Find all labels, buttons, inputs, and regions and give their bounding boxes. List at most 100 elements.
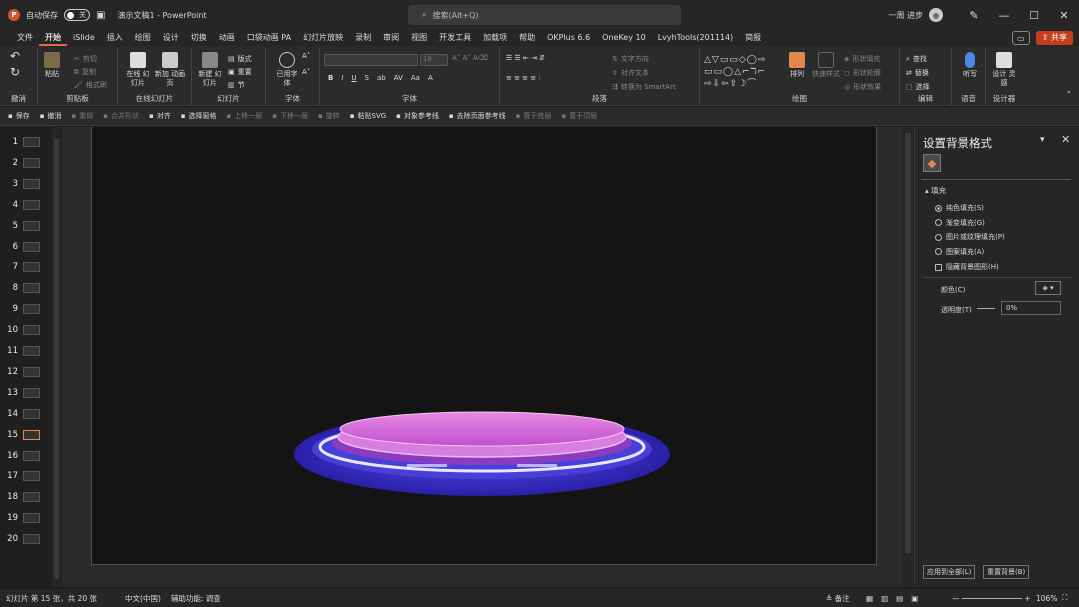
- arrange-button[interactable]: 排列: [786, 52, 808, 79]
- tab-10[interactable]: 录制: [349, 30, 377, 46]
- language-status[interactable]: 中文(中国): [125, 593, 161, 604]
- shape-fill-button[interactable]: ◈ 形状填充: [844, 54, 880, 64]
- designer-button[interactable]: 设计 灵感: [992, 52, 1016, 88]
- zoom-slider[interactable]: — +: [952, 594, 1031, 603]
- grow-font-icon[interactable]: A˄: [302, 52, 310, 60]
- slide-thumbnail[interactable]: 4: [0, 196, 52, 214]
- find-button[interactable]: ⌕ 查找: [906, 54, 927, 64]
- cut-button[interactable]: ✂ 剪切: [74, 54, 97, 64]
- select-button[interactable]: ⬚ 选择: [906, 82, 930, 92]
- shape-outline-button[interactable]: ◻ 形状轮廓: [844, 68, 881, 78]
- tab-18[interactable]: LvyhTools(201114): [652, 30, 739, 46]
- fill-bucket-icon[interactable]: ◆: [923, 154, 941, 172]
- qat-item-13[interactable]: ▪ 置于顶层: [561, 111, 597, 121]
- slide-thumbnail[interactable]: 16: [0, 447, 52, 465]
- slide-thumbnail[interactable]: 9: [0, 300, 52, 318]
- used-fonts-button[interactable]: 已用字 体: [274, 52, 300, 88]
- collapse-ribbon-icon[interactable]: ˄: [1067, 91, 1072, 101]
- quick-styles-button[interactable]: 快速样式: [812, 52, 840, 79]
- tab-6[interactable]: 切换: [185, 30, 213, 46]
- slide-thumbnail[interactable]: 12: [0, 363, 52, 381]
- fill-option-3[interactable]: 图案填充(A): [935, 247, 984, 257]
- font-grow-icon[interactable]: A˄ A˅ A⌫: [452, 54, 488, 62]
- notes-button[interactable]: ≜ 备注: [826, 593, 850, 604]
- apply-all-button[interactable]: 应用到全部(L): [923, 565, 976, 579]
- dictate-button[interactable]: 听写: [960, 52, 980, 79]
- fill-option-2[interactable]: 图片或纹理填充(P): [935, 232, 1005, 242]
- tab-19[interactable]: 简报: [739, 30, 767, 46]
- pen-icon[interactable]: ✎: [959, 9, 989, 22]
- tab-1[interactable]: 开始: [39, 30, 67, 46]
- qat-item-3[interactable]: ▪ 合并形状: [103, 111, 139, 121]
- tab-0[interactable]: 文件: [11, 30, 39, 46]
- slide-thumbnail[interactable]: 15: [0, 426, 52, 444]
- tab-12[interactable]: 视图: [405, 30, 433, 46]
- reset-background-button[interactable]: 重置背景(B): [983, 565, 1030, 579]
- user-name[interactable]: 一周 进步: [888, 10, 923, 21]
- tab-4[interactable]: 绘图: [129, 30, 157, 46]
- qat-item-6[interactable]: ▪ 上移一层: [227, 111, 263, 121]
- tab-3[interactable]: 插入: [101, 30, 129, 46]
- new-animation-page-button[interactable]: 新加 动画页: [154, 52, 186, 88]
- section-button[interactable]: ▥ 节: [228, 80, 245, 90]
- color-picker-button[interactable]: ◈ ▾: [1035, 281, 1061, 295]
- hide-bg-checkbox[interactable]: 隐藏背景图形(H): [935, 262, 999, 272]
- slide-thumbnail[interactable]: 14: [0, 405, 52, 423]
- slide-thumbnail[interactable]: 6: [0, 238, 52, 256]
- redo-button[interactable]: ↻: [10, 66, 20, 78]
- save-icon[interactable]: ▣: [96, 10, 105, 21]
- align-buttons[interactable]: ≡ ≡ ≡ ≡ ⫶: [506, 74, 540, 83]
- font-name-input[interactable]: [324, 54, 418, 66]
- qat-item-12[interactable]: ▪ 置于底层: [516, 111, 552, 121]
- font-size-input[interactable]: 18: [420, 54, 448, 66]
- shrink-font-icon[interactable]: A˅: [302, 68, 310, 76]
- accessibility-status[interactable]: 辅助功能: 调查: [171, 593, 221, 604]
- qat-item-1[interactable]: ▪ 撤消: [40, 111, 62, 121]
- canvas-scrollbar[interactable]: [903, 127, 913, 587]
- reset-button[interactable]: ▣ 重置: [228, 67, 252, 77]
- fill-option-1[interactable]: 渐变填充(G): [935, 218, 985, 228]
- fit-slide-icon[interactable]: ⛶: [1062, 593, 1067, 603]
- online-slide-button[interactable]: 在线 幻灯片: [124, 52, 152, 88]
- qat-item-2[interactable]: ▪ 重做: [72, 111, 94, 121]
- slide-thumbnail[interactable]: 5: [0, 217, 52, 235]
- maximize-button[interactable]: ☐: [1019, 9, 1049, 22]
- tab-5[interactable]: 设计: [157, 30, 185, 46]
- qat-item-4[interactable]: ▪ 对齐: [149, 111, 171, 121]
- comment-button[interactable]: ▭: [1011, 31, 1030, 45]
- slide-thumbnail[interactable]: 18: [0, 488, 52, 506]
- shapes-gallery[interactable]: △▽▭▭◇◯⇨ ▭▭◯△⌐ℸ⌐ ⇨⇩⇦⇧☽⌒: [704, 54, 782, 90]
- slide-thumbnail[interactable]: 7: [0, 258, 52, 276]
- tab-16[interactable]: OKPlus 6.6: [541, 30, 596, 46]
- slide-thumbnail[interactable]: 10: [0, 321, 52, 339]
- qat-item-8[interactable]: ▪ 旋转: [318, 111, 340, 121]
- tab-13[interactable]: 开发工具: [433, 30, 477, 46]
- qat-item-10[interactable]: ▪ 对象参考线: [396, 111, 439, 121]
- slide-thumbnail[interactable]: 11: [0, 342, 52, 360]
- tab-7[interactable]: 动画: [213, 30, 241, 46]
- align-text-button[interactable]: ⇳ 对齐文本: [612, 68, 649, 78]
- slide-thumbnail[interactable]: 1: [0, 133, 52, 151]
- thumbnail-scrollbar[interactable]: [52, 127, 61, 587]
- pane-close-button[interactable]: ✕: [1061, 133, 1070, 146]
- share-button[interactable]: ⇪ 共享: [1035, 31, 1073, 45]
- replace-button[interactable]: ⇄ 替换: [906, 68, 929, 78]
- undo-button[interactable]: ↶: [10, 50, 20, 62]
- smartart-button[interactable]: ⇶ 转换为 SmartArt: [612, 82, 676, 92]
- view-buttons[interactable]: ▦▥▤▣: [866, 594, 926, 603]
- slide-thumbnail[interactable]: 2: [0, 154, 52, 172]
- transparency-slider[interactable]: [977, 308, 995, 309]
- pane-options-icon[interactable]: ▾: [1040, 135, 1045, 145]
- avatar[interactable]: ◉: [929, 8, 943, 22]
- tab-8[interactable]: 口袋动画 PA: [241, 30, 297, 46]
- list-buttons[interactable]: ☰ ☰ ⇤ ⇥ ⇵: [506, 54, 545, 62]
- fill-section-header[interactable]: ▴ 填充: [925, 185, 946, 196]
- slide-thumbnail[interactable]: 8: [0, 279, 52, 297]
- qat-item-0[interactable]: ▪ 保存: [8, 111, 30, 121]
- fill-option-0[interactable]: 纯色填充(S): [935, 203, 984, 213]
- tab-11[interactable]: 审阅: [377, 30, 405, 46]
- new-slide-button[interactable]: 新建 幻灯片: [196, 52, 224, 88]
- format-buttons[interactable]: B I U Sab AV Aa A: [328, 74, 433, 82]
- slide-thumbnail[interactable]: 13: [0, 384, 52, 402]
- podium-graphic[interactable]: [92, 127, 878, 565]
